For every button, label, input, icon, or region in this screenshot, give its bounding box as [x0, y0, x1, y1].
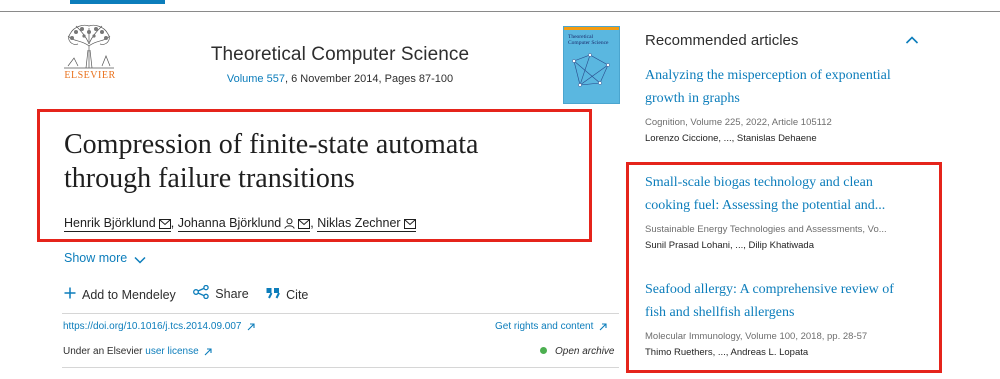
volume-link[interactable]: Volume 557: [227, 73, 285, 85]
share-icon: [193, 284, 215, 302]
recommended-article-title-link[interactable]: Analyzing the misperception of exponenti…: [645, 64, 930, 110]
user-license-link[interactable]: user license: [145, 346, 212, 357]
journal-issue-info: Volume 557, 6 November 2014, Pages 87-10…: [150, 73, 530, 85]
open-archive-badge: Open archive: [540, 346, 614, 357]
article-actions: Add to Mendeley Share Cite: [64, 284, 322, 302]
status-dot-icon: [540, 347, 547, 354]
issue-date-pages: , 6 November 2014, Pages 87-100: [284, 73, 454, 85]
highlight-box-recommended: [626, 162, 942, 373]
recommended-article-authors: Lorenzo Ciccione, ..., Stanislas Dehaene: [645, 133, 817, 144]
chevron-down-icon: [134, 253, 146, 267]
collapse-recommended-button[interactable]: [905, 32, 919, 50]
plus-icon: [64, 287, 82, 302]
chevron-up-icon: [905, 32, 919, 49]
license-info: Under an Elsevier user license: [63, 346, 212, 359]
show-more-button[interactable]: Show more: [64, 251, 146, 267]
external-link-arrow-icon: [599, 323, 607, 334]
divider: [62, 367, 619, 368]
share-button[interactable]: Share: [193, 284, 249, 302]
svg-text:Computer Science: Computer Science: [568, 40, 609, 46]
top-nav-divider: [0, 11, 1000, 12]
recommended-article-item: Analyzing the misperception of exponenti…: [645, 64, 930, 144]
publisher-wordmark: ELSEVIER: [64, 70, 116, 81]
journal-title[interactable]: Theoretical Computer Science: [150, 44, 530, 66]
external-link-arrow-icon: [204, 348, 212, 359]
add-to-mendeley-button[interactable]: Add to Mendeley: [64, 287, 176, 302]
doi-link[interactable]: https://doi.org/10.1016/j.tcs.2014.09.00…: [63, 321, 255, 334]
recommended-article-source: Cognition, Volume 225, 2022, Article 105…: [645, 117, 832, 128]
rights-and-content-link[interactable]: Get rights and content: [495, 321, 607, 334]
highlight-box-title: [37, 109, 592, 242]
quote-icon: [266, 287, 286, 302]
cite-button[interactable]: Cite: [266, 287, 308, 302]
journal-cover-thumbnail[interactable]: Theoretical Computer Science: [563, 26, 620, 104]
top-nav-accent: [70, 0, 165, 4]
recommended-articles-heading: Recommended articles: [645, 32, 799, 49]
divider: [62, 313, 619, 314]
external-link-arrow-icon: [247, 323, 255, 334]
